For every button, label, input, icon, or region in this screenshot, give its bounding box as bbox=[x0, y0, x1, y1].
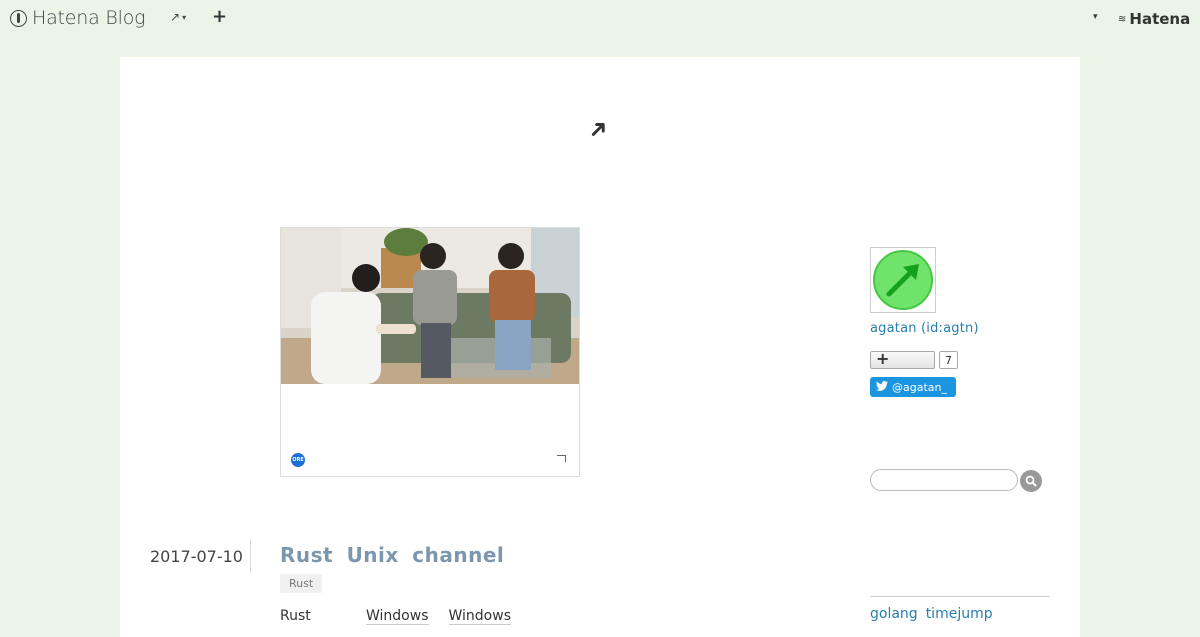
avatar-arrow-icon bbox=[873, 250, 933, 310]
author-name[interactable]: agatan (id:agtn) bbox=[870, 321, 979, 336]
entry-body-line: Rust Windows Windows bbox=[280, 608, 531, 625]
hatena-account-link[interactable]: ≋ Hatena bbox=[1118, 10, 1190, 28]
sidebar-divider bbox=[870, 596, 1050, 597]
account-menu-caret-icon[interactable]: ▾ bbox=[1093, 12, 1098, 22]
hatena-logo-icon bbox=[10, 9, 27, 27]
entry-category-tag[interactable]: Rust bbox=[280, 574, 323, 593]
plus-icon: + bbox=[876, 349, 890, 368]
twitter-bird-icon bbox=[876, 380, 888, 394]
hatena-mark-icon: ≋ bbox=[1118, 13, 1127, 25]
body-link[interactable]: Windows bbox=[448, 608, 511, 625]
new-post-button[interactable]: + bbox=[212, 6, 227, 27]
search-input[interactable] bbox=[870, 469, 1018, 491]
sidebar-link-golang[interactable]: golang bbox=[870, 606, 918, 622]
embed-photo[interactable] bbox=[281, 228, 579, 384]
subscribe-widget: + 7 bbox=[870, 349, 958, 369]
entry-title[interactable]: Rust Unix channel bbox=[280, 543, 504, 567]
body-link[interactable]: Windows bbox=[366, 608, 429, 625]
logo-text: Hatena Blog bbox=[32, 7, 146, 29]
body-text: Rust bbox=[280, 608, 311, 624]
embed-card[interactable]: ORE bbox=[280, 227, 580, 477]
office-interview-photo bbox=[281, 228, 579, 384]
sidebar-link-timejump[interactable]: timejump bbox=[926, 606, 993, 622]
entry-date[interactable]: 2017-07-10 bbox=[150, 547, 243, 566]
global-header: Hatena Blog ↗ ▾ + ▾ ≋ Hatena bbox=[0, 0, 1200, 38]
blog-content-sheet: ➜ ORE 2017-07-10 Rust Unix channel Rust … bbox=[120, 57, 1080, 637]
hatena-text: Hatena bbox=[1129, 10, 1191, 28]
hatena-blog-logo[interactable]: Hatena Blog bbox=[10, 7, 146, 29]
embed-site-badge-icon: ORE bbox=[291, 453, 305, 467]
blog-title-arrow-icon[interactable]: ➜ bbox=[581, 112, 615, 146]
sidebar-category-links: golang timejump bbox=[870, 606, 993, 622]
search-icon bbox=[1025, 475, 1037, 487]
subscribe-button[interactable]: + bbox=[870, 349, 935, 369]
twitter-follow-button[interactable]: @agatan_ bbox=[870, 377, 956, 397]
date-divider bbox=[250, 539, 251, 573]
blog-menu-button[interactable]: ↗ ▾ bbox=[170, 10, 186, 24]
arrow-icon: ↗ bbox=[170, 10, 181, 24]
chevron-down-icon: ▾ bbox=[182, 12, 187, 22]
search-button[interactable] bbox=[1020, 470, 1042, 492]
twitter-handle: @agatan_ bbox=[892, 380, 947, 394]
author-avatar[interactable] bbox=[870, 247, 936, 313]
embed-expand-icon[interactable] bbox=[557, 455, 566, 462]
subscriber-count[interactable]: 7 bbox=[939, 351, 958, 369]
